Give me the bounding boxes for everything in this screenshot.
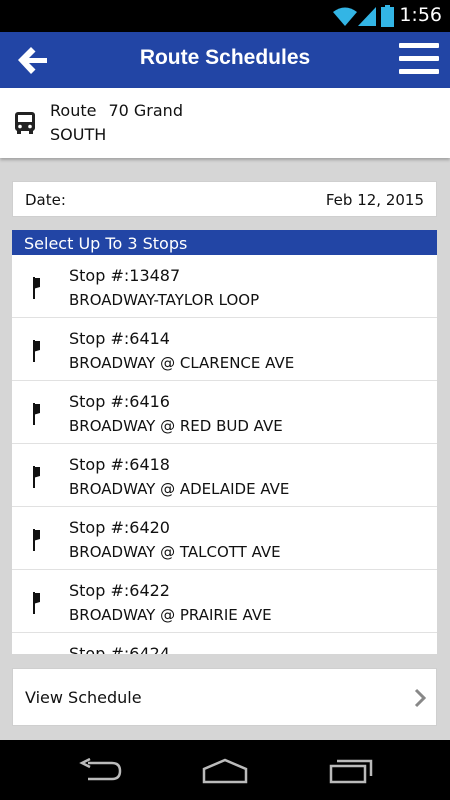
chevron-right-icon (414, 688, 426, 708)
date-value: Feb 12, 2015 (325, 191, 424, 209)
flag-icon (33, 403, 40, 425)
status-bar: 1:56 (0, 0, 450, 32)
list-item[interactable]: Stop #:6416 BROADWAY @ RED BUD AVE (12, 381, 437, 444)
signal-icon (358, 7, 376, 26)
app-bar: Route Schedules (0, 32, 450, 88)
stop-number: Stop #:13487 (69, 266, 181, 285)
stop-name: BROADWAY @ TALCOTT AVE (69, 543, 281, 561)
view-schedule-button[interactable]: View Schedule (12, 668, 437, 726)
stop-name: BROADWAY @ PRAIRIE AVE (69, 606, 272, 624)
list-item[interactable]: Stop #:13487 BROADWAY-TAYLOR LOOP (12, 255, 437, 318)
flag-icon (33, 529, 40, 551)
route-line: Route 70 Grand (50, 101, 183, 120)
battery-icon (381, 5, 394, 27)
hamburger-menu-icon[interactable] (399, 43, 439, 77)
bus-icon (15, 112, 35, 134)
flag-icon (33, 340, 40, 362)
route-info-card: Route 70 Grand SOUTH (0, 88, 450, 158)
stop-name: BROADWAY @ CLARENCE AVE (69, 354, 295, 372)
list-item[interactable]: Stop #:6422 BROADWAY @ PRAIRIE AVE (12, 570, 437, 633)
flag-icon (33, 277, 40, 299)
route-label: Route (50, 101, 97, 120)
list-item[interactable]: Stop #:6418 BROADWAY @ ADELAIDE AVE (12, 444, 437, 507)
status-time: 1:56 (399, 4, 442, 26)
stop-name: BROADWAY-TAYLOR LOOP (69, 291, 260, 309)
wifi-icon (333, 7, 357, 26)
stop-number: Stop #:6416 (69, 392, 170, 411)
flag-icon (33, 466, 40, 488)
page-title: Route Schedules (139, 46, 311, 69)
flag-icon (33, 592, 40, 614)
view-schedule-label: View Schedule (25, 688, 142, 707)
stops-header: Select Up To 3 Stops (12, 230, 437, 255)
stop-number: Stop #:6422 (69, 581, 170, 600)
stop-number: Stop #:6420 (69, 518, 170, 537)
system-nav-bar (0, 740, 450, 800)
stop-name: BROADWAY @ ADELAIDE AVE (69, 480, 290, 498)
list-item[interactable]: Stop #:6420 BROADWAY @ TALCOTT AVE (12, 507, 437, 570)
nav-recents-icon[interactable] (329, 758, 373, 784)
list-item[interactable]: Stop #:6424 (12, 633, 437, 654)
stop-number: Stop #:6424 (69, 644, 170, 654)
route-name: 70 Grand (108, 101, 183, 120)
stop-number: Stop #:6418 (69, 455, 170, 474)
date-row[interactable]: Date: Feb 12, 2015 (12, 181, 437, 217)
stops-list[interactable]: Stop #:13487 BROADWAY-TAYLOR LOOP Stop #… (12, 255, 437, 654)
route-direction: SOUTH (50, 125, 107, 144)
list-item[interactable]: Stop #:6414 BROADWAY @ CLARENCE AVE (12, 318, 437, 381)
date-label: Date: (25, 191, 66, 209)
nav-home-icon[interactable] (200, 758, 250, 784)
nav-back-icon[interactable] (78, 758, 124, 784)
stop-name: BROADWAY @ RED BUD AVE (69, 417, 283, 435)
stop-number: Stop #:6414 (69, 329, 170, 348)
